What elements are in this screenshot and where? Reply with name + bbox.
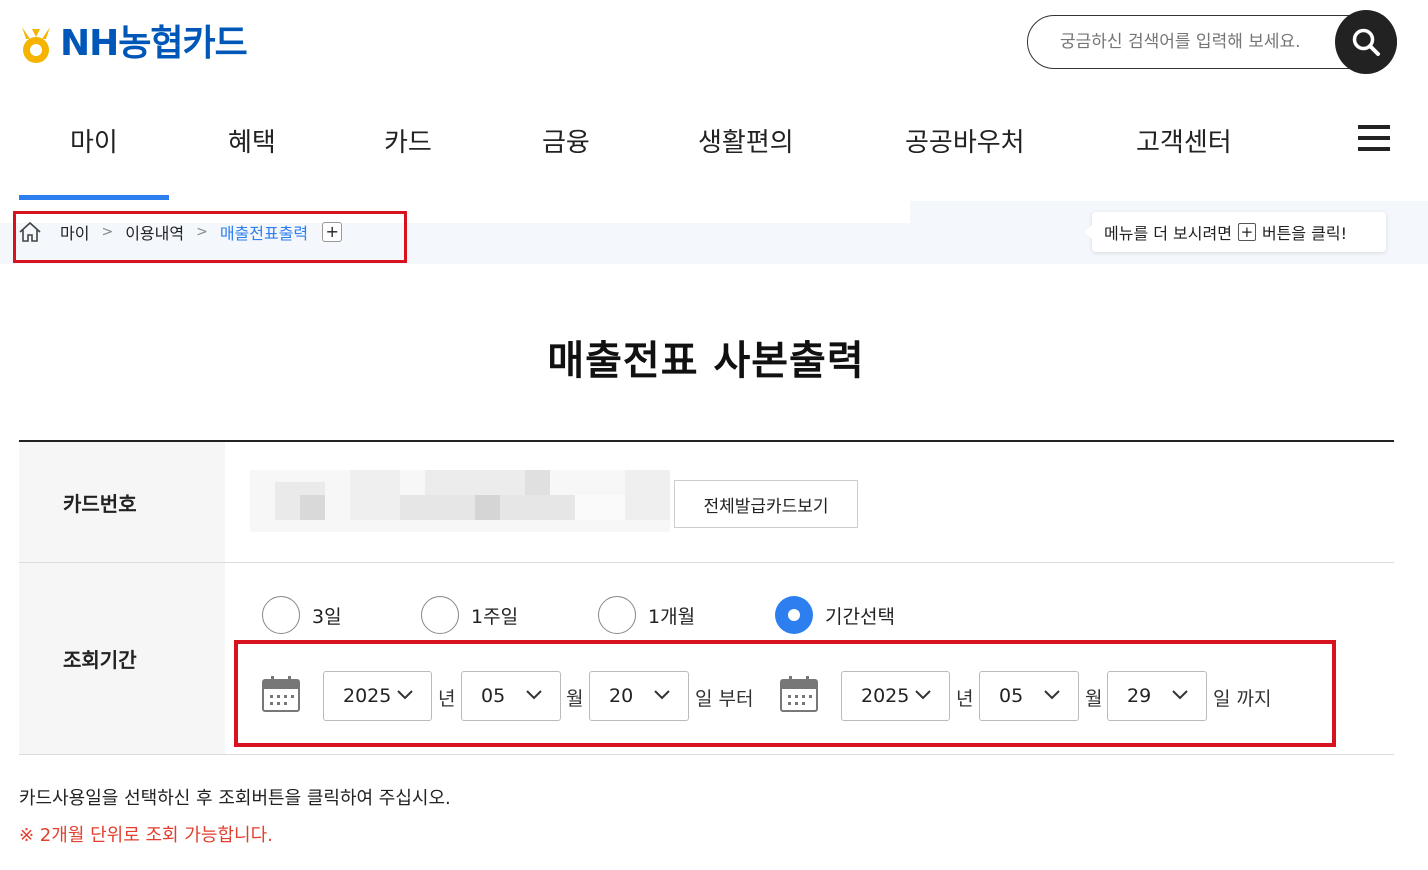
menu-tooltip: 메뉴를 더 보시려면 + 버튼을 클릭! — [1084, 212, 1386, 252]
end-month-select[interactable]: 05 — [979, 671, 1079, 721]
period-option-3days[interactable]: 3일 — [262, 596, 342, 634]
home-icon[interactable] — [18, 221, 42, 243]
search-bar — [1027, 10, 1397, 74]
all-cards-button[interactable]: 전체발급카드보기 — [674, 480, 858, 528]
end-day-select[interactable]: 29 — [1107, 671, 1207, 721]
year-unit: 년 — [956, 688, 974, 710]
nh-logo-mark-icon — [22, 27, 50, 63]
start-year-value: 2025 — [343, 685, 392, 707]
end-year-select[interactable]: 2025 — [841, 671, 950, 721]
chevron-down-icon — [915, 690, 931, 700]
search-input[interactable] — [1060, 32, 1330, 52]
logo-text: NH농협카드 — [60, 23, 248, 64]
chevron-down-icon — [1172, 690, 1188, 700]
breadcrumb-item-history[interactable]: 이용내역 — [125, 220, 184, 244]
radio-circle-selected[interactable] — [775, 596, 813, 634]
breadcrumb-separator: > — [196, 224, 208, 240]
chevron-down-icon — [1044, 690, 1060, 700]
breadcrumb-item-my[interactable]: 마이 — [60, 220, 89, 244]
search-icon — [1352, 28, 1380, 56]
row-divider — [19, 562, 1394, 563]
form-top-border — [19, 440, 1394, 442]
start-year-select[interactable]: 2025 — [323, 671, 432, 721]
page-title: 매출전표 사본출력 — [547, 338, 865, 384]
calendar-icon[interactable] — [780, 676, 818, 712]
end-day-value: 29 — [1127, 685, 1152, 707]
period-option-1week[interactable]: 1주일 — [421, 596, 518, 634]
start-day-select[interactable]: 20 — [589, 671, 689, 721]
breadcrumb: 마이 > 이용내역 > 매출전표출력 + — [18, 219, 343, 245]
nav-item-my[interactable]: 마이 — [70, 122, 118, 159]
notice-instruction: 카드사용일을 선택하신 후 조회버튼을 클릭하여 주십시오. — [19, 788, 451, 809]
nav-item-voucher[interactable]: 공공바우처 — [905, 122, 1025, 159]
chevron-down-icon — [397, 690, 413, 700]
start-day-value: 20 — [609, 685, 634, 707]
day-from-unit: 일 부터 — [695, 688, 754, 710]
main-nav: 마이 혜택 카드 금융 생활편의 공공바우처 고객센터 — [0, 100, 1428, 200]
nav-item-card[interactable]: 카드 — [384, 122, 432, 159]
nav-active-indicator — [19, 195, 169, 200]
nav-item-finance[interactable]: 금융 — [542, 122, 590, 159]
radio-label: 1주일 — [471, 605, 519, 628]
calendar-icon[interactable] — [262, 676, 300, 712]
year-unit: 년 — [438, 688, 456, 710]
card-number-label: 카드번호 — [19, 442, 225, 562]
day-to-unit: 일 까지 — [1213, 688, 1272, 710]
tooltip-text-after: 버튼을 클릭! — [1261, 224, 1348, 243]
end-month-value: 05 — [999, 685, 1024, 707]
period-option-1month[interactable]: 1개월 — [598, 596, 695, 634]
breadcrumb-plus-button[interactable]: + — [322, 222, 343, 242]
radio-circle[interactable] — [421, 596, 459, 634]
tooltip-plus-icon: + — [1237, 223, 1256, 241]
month-unit: 월 — [566, 688, 584, 710]
start-month-value: 05 — [481, 685, 506, 707]
month-unit: 월 — [1085, 688, 1103, 710]
hamburger-menu-icon[interactable] — [1358, 125, 1390, 151]
radio-circle[interactable] — [262, 596, 300, 634]
nav-item-benefits[interactable]: 혜택 — [228, 122, 276, 159]
nav-item-life[interactable]: 생활편의 — [698, 122, 794, 159]
start-month-select[interactable]: 05 — [461, 671, 561, 721]
end-year-value: 2025 — [861, 685, 910, 707]
chevron-down-icon — [526, 690, 542, 700]
radio-label: 3일 — [312, 605, 342, 628]
notice-limit: ※ 2개월 단위로 조회 가능합니다. — [19, 825, 273, 846]
period-option-custom[interactable]: 기간선택 — [775, 596, 895, 634]
radio-circle[interactable] — [598, 596, 636, 634]
breadcrumb-separator: > — [101, 224, 114, 240]
card-number-masked — [250, 470, 670, 532]
logo[interactable]: NH농협카드 — [18, 22, 248, 66]
breadcrumb-item-current[interactable]: 매출전표출력 — [220, 220, 308, 244]
nav-item-customer-center[interactable]: 고객센터 — [1136, 122, 1232, 159]
period-label: 조회기간 — [19, 563, 225, 754]
chevron-down-icon — [654, 690, 670, 700]
radio-label: 1개월 — [648, 605, 696, 628]
tooltip-text-before: 메뉴를 더 보시려면 — [1104, 224, 1232, 243]
radio-label: 기간선택 — [825, 605, 895, 628]
row-divider — [19, 754, 1394, 755]
search-button[interactable] — [1335, 10, 1397, 74]
